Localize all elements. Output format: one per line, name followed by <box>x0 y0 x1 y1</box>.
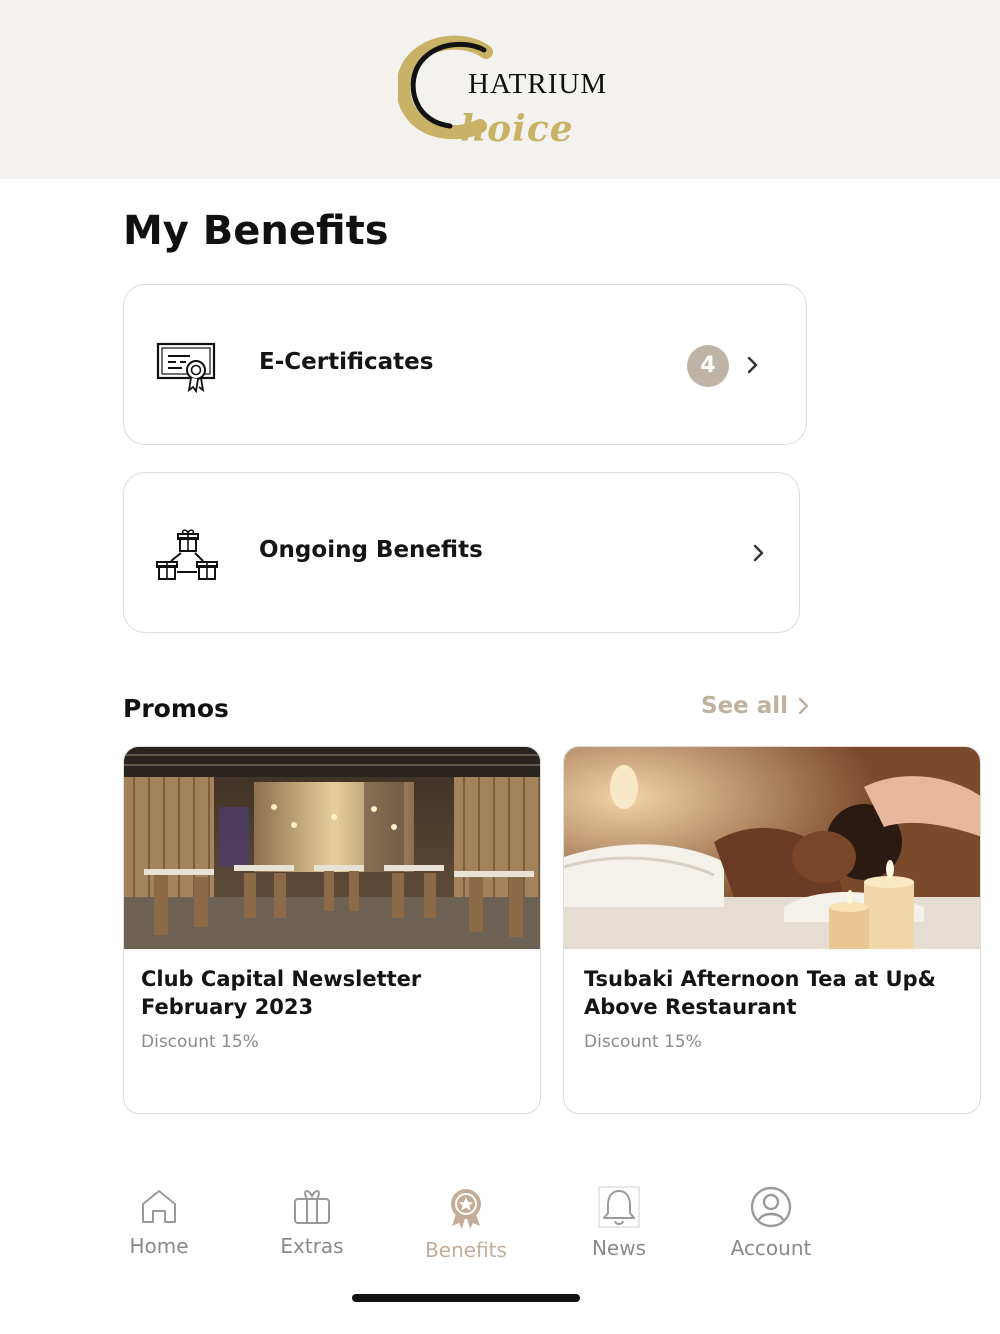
spa-massage-photo <box>564 747 980 949</box>
chevron-right-icon <box>746 355 760 375</box>
user-circle-icon <box>750 1186 792 1228</box>
ongoing-benefits-card[interactable]: Ongoing Benefits <box>123 472 800 633</box>
gift-icon <box>294 1190 330 1224</box>
chatrium-choice-logo: HATRIUM hoice <box>398 34 608 164</box>
tab-extras[interactable]: Extras <box>247 1186 377 1258</box>
tab-account[interactable]: Account <box>706 1186 836 1260</box>
app-header: HATRIUM hoice <box>0 0 1000 179</box>
bottom-tab-bar: Home Extras Benefits News Account <box>0 1170 1000 1280</box>
home-icon <box>142 1190 176 1223</box>
promo-title: Tsubaki Afternoon Tea at Up& Above Resta… <box>584 967 936 1019</box>
page-title: My Benefits <box>123 208 389 254</box>
chevron-right-icon <box>798 697 809 715</box>
logo-script-text: hoice <box>460 108 574 150</box>
gifts-network-icon <box>156 528 220 584</box>
tab-benefits[interactable]: Benefits <box>401 1186 531 1262</box>
restaurant-interior-photo <box>124 747 540 949</box>
tab-news-label: News <box>591 1236 647 1260</box>
tab-extras-label: Extras <box>280 1234 344 1258</box>
tab-benefits-label: Benefits <box>425 1238 507 1262</box>
ongoing-benefits-label: Ongoing Benefits <box>259 537 483 563</box>
promo-discount: Discount 15% <box>584 1032 702 1052</box>
tab-home-label: Home <box>129 1234 189 1258</box>
chevron-right-icon <box>752 543 766 563</box>
award-badge-icon <box>451 1189 481 1229</box>
e-certificates-label: E-Certificates <box>259 349 434 375</box>
e-certificates-card[interactable]: E-Certificates 4 <box>123 284 807 445</box>
logo-wordmark: HATRIUM <box>468 68 608 100</box>
see-all-promos-link[interactable]: See all <box>701 693 810 719</box>
promos-heading: Promos <box>123 694 229 723</box>
tab-account-label: Account <box>730 1236 812 1260</box>
promo-card[interactable]: Tsubaki Afternoon Tea at Up& Above Resta… <box>563 746 981 1114</box>
tab-news[interactable]: News <box>554 1186 684 1260</box>
promo-card[interactable]: Club Capital Newsletter February 2023 Di… <box>123 746 541 1114</box>
certificate-count-badge: 4 <box>687 345 729 387</box>
tab-home[interactable]: Home <box>94 1186 224 1258</box>
bell-icon <box>598 1186 640 1228</box>
see-all-label: See all <box>701 693 789 719</box>
home-indicator <box>352 1294 580 1302</box>
promo-title: Club Capital Newsletter February 2023 <box>141 967 422 1019</box>
promo-discount: Discount 15% <box>141 1032 259 1052</box>
certificate-icon <box>156 340 220 396</box>
